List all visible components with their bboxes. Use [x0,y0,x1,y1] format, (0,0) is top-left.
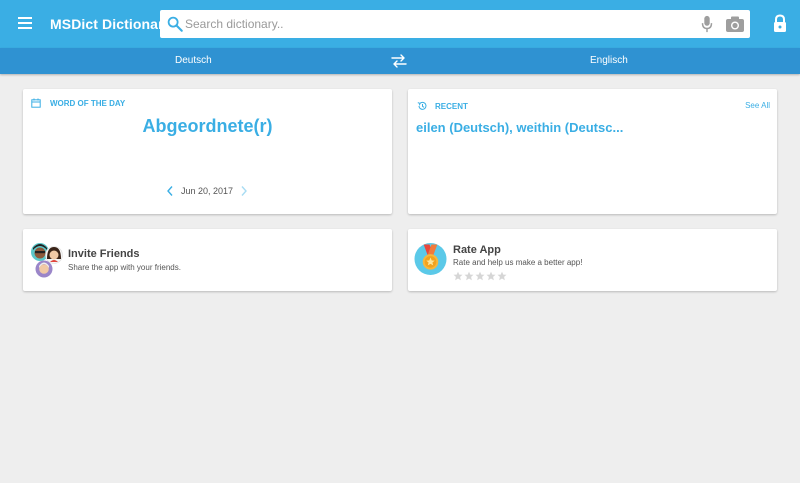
rating-stars[interactable] [453,268,508,281]
chevron-right-icon[interactable] [239,185,249,197]
language-bar: Deutsch Englisch [0,48,800,74]
history-icon [417,101,427,110]
friends-avatars-icon [31,243,63,278]
star-icon[interactable] [497,271,507,281]
see-all-link[interactable]: See All [745,101,770,110]
target-language[interactable]: Englisch [590,55,628,66]
recent-heading: RECENT [435,102,468,111]
invite-friends-card[interactable]: Invite Friends Share the app with your f… [23,229,392,291]
hamburger-icon-line [18,17,32,19]
camera-icon[interactable] [725,15,745,33]
search-icon [167,16,183,32]
lock-icon[interactable] [772,14,788,33]
source-language[interactable]: Deutsch [175,55,212,66]
star-icon[interactable] [464,271,474,281]
medal-icon [414,242,447,276]
invite-friends-title: Invite Friends [68,248,140,260]
search-input[interactable] [185,14,685,34]
recent-card: RECENT See All eilen (Deutsch), weithin … [408,89,777,214]
app-title: MSDict Dictionary [50,16,172,32]
word-of-the-day-date: Jun 20, 2017 [180,186,234,196]
recent-words[interactable]: eilen (Deutsch), weithin (Deutsc... [416,120,623,135]
rate-app-title: Rate App [453,244,501,256]
hamburger-icon-line [18,27,32,29]
rate-app-subtitle: Rate and help us make a better app! [453,258,583,267]
star-icon[interactable] [486,271,496,281]
invite-friends-subtitle: Share the app with your friends. [68,263,181,272]
microphone-icon[interactable] [700,15,714,33]
app-bar: MSDict Dictionary [0,0,800,48]
hamburger-icon-line [18,22,32,24]
word-of-the-day-word[interactable]: Abgeordnete(r) [23,116,392,137]
star-icon[interactable] [475,271,485,281]
calendar-icon [31,98,41,108]
chevron-left-icon[interactable] [165,185,175,197]
swap-arrows-icon[interactable] [391,54,407,68]
menu-button[interactable] [16,14,38,34]
search-box[interactable] [160,10,750,38]
rate-app-card[interactable]: Rate App Rate and help us make a better … [408,229,777,291]
word-of-the-day-card: WORD OF THE DAY Abgeordnete(r) Jun 20, 2… [23,89,392,214]
star-icon[interactable] [453,271,463,281]
word-of-the-day-heading: WORD OF THE DAY [50,99,126,108]
